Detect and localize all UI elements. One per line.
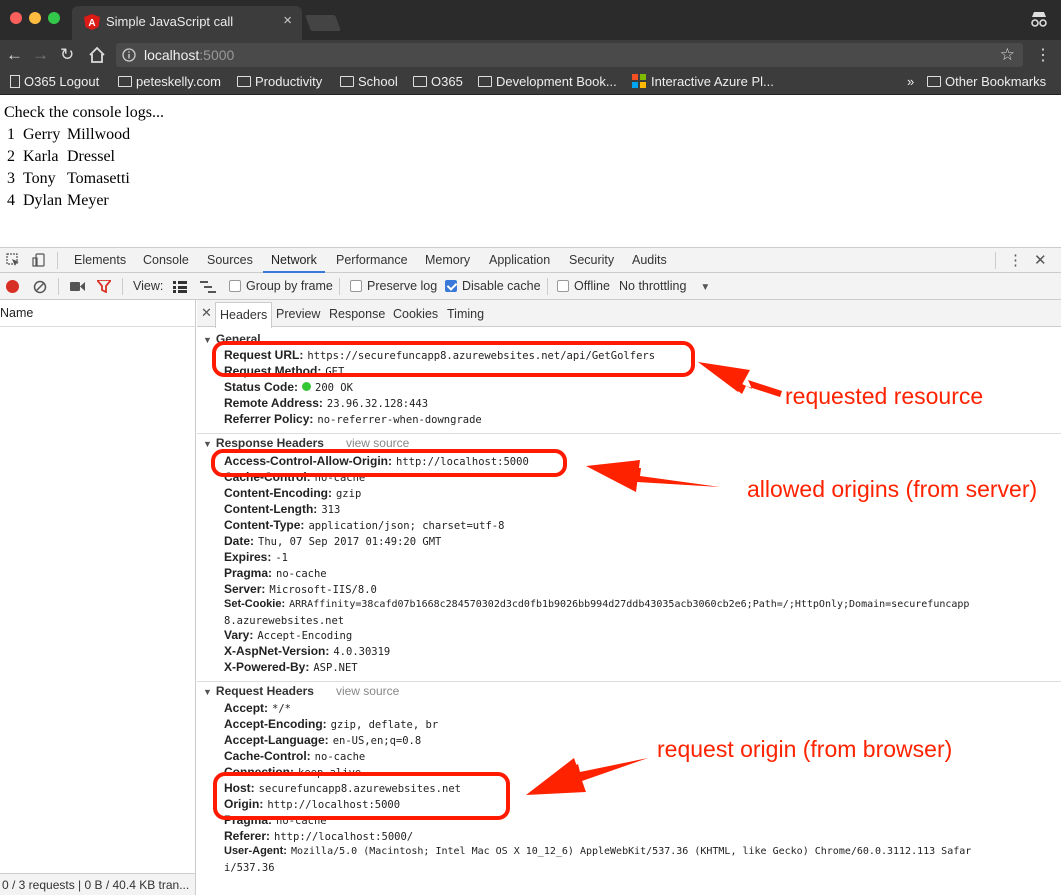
annotation-request-origin: request origin (from browser) xyxy=(657,736,953,762)
annotation-requested-resource: requested resource xyxy=(785,383,984,409)
annotation-allowed-origins: allowed origins (from server) xyxy=(747,476,1038,502)
arrow-head-request-origin xyxy=(526,758,586,795)
arrow-head-allowed-origins xyxy=(586,460,640,492)
